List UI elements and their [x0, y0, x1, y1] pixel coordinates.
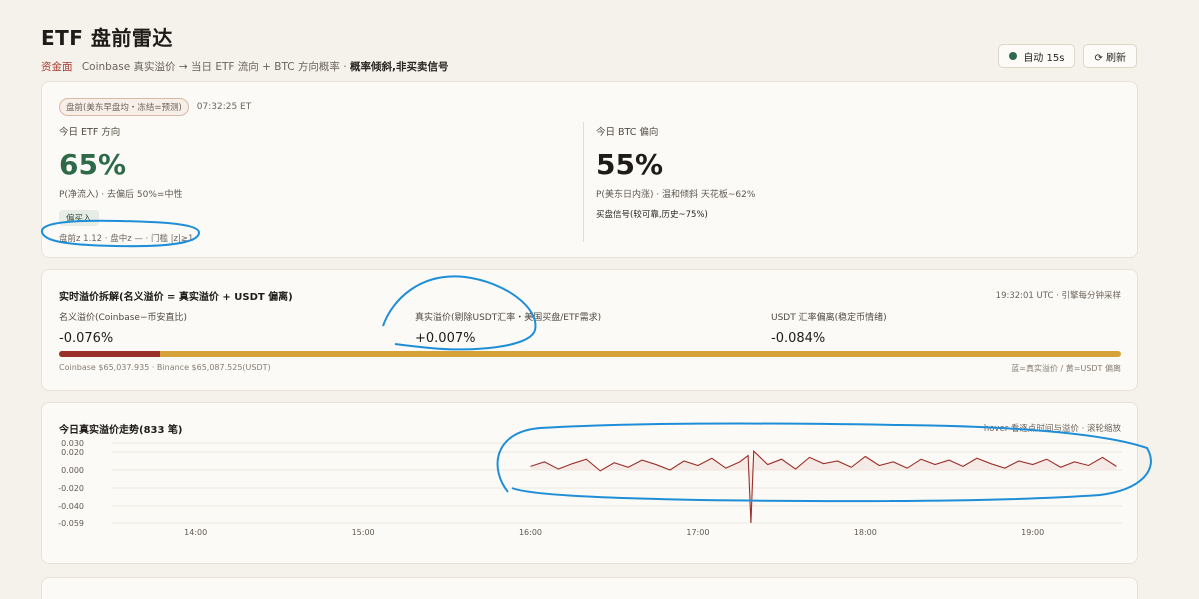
btc-bias-label: 今日 BTC 偏向 — [596, 127, 659, 138]
column-divider — [583, 122, 584, 242]
x-tick-label: 16:00 — [519, 528, 542, 537]
session-time: 07:32:25 ET — [196, 102, 252, 112]
session-badge: 盘前(美东早盘均・冻结=预测) — [59, 98, 189, 116]
premium-trend-card: 今日真实溢价走势(833 笔) hover 看逐点时间与溢价 · 滚轮缩放 0.… — [41, 402, 1138, 564]
x-tick-label: 19:00 — [1021, 528, 1044, 537]
refresh-label: ⟳ 刷新 — [1094, 52, 1126, 64]
auto-refresh-label: 自动 15s — [1023, 52, 1065, 64]
btc-bias-panel: 今日 BTC 偏向 55% P(美东日内涨) · 温和倾斜 天花板~62% 买盘… — [596, 124, 1116, 220]
premium-trend-chart[interactable]: 0.030 0.020 0.000 -0.020 -0.040 -0.059 14:00 15… — [42, 437, 1139, 565]
y-tick-label: -0.040 — [58, 502, 84, 511]
subtitle-text: Coinbase 真实溢价 → 当日 ETF 流向 + BTC 方向概率 · — [81, 61, 347, 73]
y-tick-label: -0.059 — [58, 519, 84, 528]
usdt-deviation: USDT 汇率偏离(稳定币情绪) -0.084% — [771, 310, 887, 346]
x-tick-label: 17:00 — [686, 528, 709, 537]
bar-legend: 蓝=真实溢价 / 黄=USDT 偏离 — [1011, 364, 1121, 373]
breakdown-timestamp: 19:32:01 UTC · 引擎每分钟采样 — [995, 291, 1121, 301]
trend-title: 今日真实溢价走势(833 笔) — [59, 425, 183, 436]
nominal-premium-value: -0.076% — [59, 331, 114, 346]
etf-zscore-meta: 盘前z 1.12 · 盘中z — · 门槛 |z|≥1 — [59, 234, 194, 244]
etf-direction-panel: 今日 ETF 方向 65% P(净流入) · 去偏后 50%=中性 偏买入 盘前… — [59, 124, 579, 244]
refresh-button[interactable]: ⟳ 刷新 — [1083, 44, 1137, 68]
breakdown-title: 实时溢价拆解(名义溢价 = 真实溢价 + USDT 偏离) — [59, 292, 293, 303]
subtitle-strong: 概率倾斜,非买卖信号 — [349, 61, 449, 73]
btc-desc: P(美东日内涨) · 温和倾斜 天花板~62% — [596, 190, 756, 200]
x-tick-label: 15:00 — [352, 528, 375, 537]
header-controls: 自动 15s ⟳ 刷新 — [998, 44, 1137, 68]
btc-signal: 买盘信号(较可靠,历史~75%) — [596, 210, 708, 220]
exchange-prices: Coinbase $65,037.935 · Binance $65,087.5… — [59, 363, 271, 372]
btc-probability: 55% — [596, 148, 664, 181]
y-tick-label: 0.020 — [61, 448, 84, 457]
premium-breakdown-card: 实时溢价拆解(名义溢价 = 真实溢价 + USDT 偏离) 19:32:01 U… — [41, 269, 1138, 391]
direction-card: 盘前(美东早盘均・冻结=预测) 07:32:25 ET 今日 ETF 方向 65… — [41, 81, 1138, 258]
usdt-deviation-label: USDT 汇率偏离(稳定币情绪) — [771, 313, 887, 323]
real-premium-label: 真实溢价(剔除USDT汇率・美国买盘/ETF需求) — [415, 313, 602, 323]
premium-split-bar — [59, 351, 1121, 357]
y-tick-label: 0.000 — [61, 466, 84, 475]
next-card — [41, 577, 1138, 599]
real-premium-bar-fill — [59, 351, 160, 357]
trend-hint: hover 看逐点时间与溢价 · 滚轮缩放 — [983, 424, 1121, 434]
usdt-deviation-value: -0.084% — [771, 331, 826, 346]
series-area — [530, 451, 1117, 523]
brand-label: 资金面 — [41, 61, 73, 73]
page-header: ETF 盘前雷达 资金面 Coinbase 真实溢价 → 当日 ETF 流向 +… — [41, 22, 1137, 74]
etf-desc: P(净流入) · 去偏后 50%=中性 — [59, 190, 183, 200]
series-line[interactable] — [530, 449, 1117, 524]
etf-direction-label: 今日 ETF 方向 — [59, 127, 121, 138]
status-dot-icon — [1009, 52, 1018, 60]
y-tick-label: -0.020 — [58, 484, 84, 493]
etf-bias-tag: 偏买入 — [59, 210, 99, 226]
real-premium: 真实溢价(剔除USDT汇率・美国买盘/ETF需求) +0.007% — [415, 310, 601, 346]
real-premium-value: +0.007% — [415, 331, 476, 346]
etf-probability: 65% — [59, 148, 127, 181]
x-tick-label: 18:00 — [854, 528, 877, 537]
premium-trend-svg[interactable]: 0.0300.020 0.000 -0.020 -0.040 -0.059 14:00 15… — [42, 437, 1139, 565]
x-tick-label: 14:00 — [184, 528, 207, 537]
y-tick-label: 0.030 — [61, 439, 84, 448]
nominal-premium: 名义溢价(Coinbase−币安直比) -0.076% — [59, 310, 187, 346]
session-row: 盘前(美东早盘均・冻结=预测) 07:32:25 ET — [59, 98, 251, 116]
page-subtitle: 资金面 Coinbase 真实溢价 → 当日 ETF 流向 + BTC 方向概率… — [41, 59, 1137, 74]
page-title: ETF 盘前雷达 — [41, 26, 173, 50]
auto-refresh-toggle[interactable]: 自动 15s — [998, 44, 1076, 68]
nominal-premium-label: 名义溢价(Coinbase−币安直比) — [59, 313, 188, 323]
